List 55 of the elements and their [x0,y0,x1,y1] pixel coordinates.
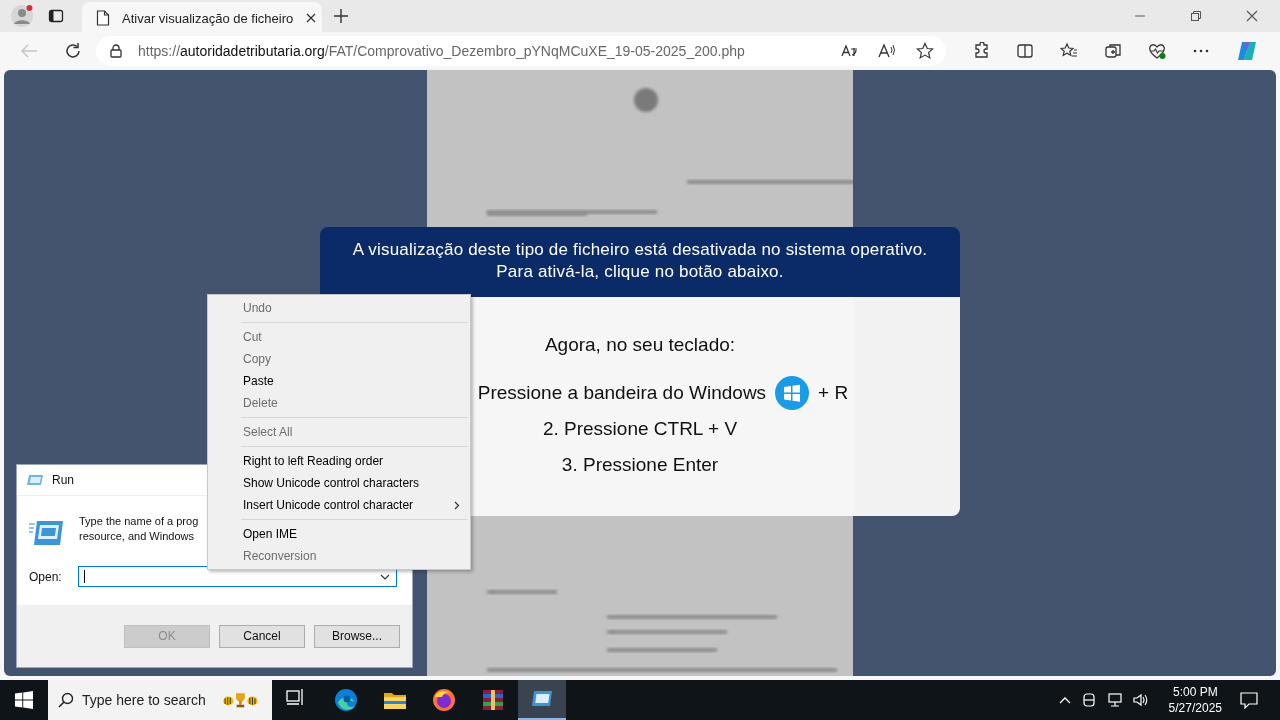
chevron-up-icon[interactable] [1058,696,1071,704]
text-cursor [83,570,85,583]
menu-item[interactable]: Right to left Reading order [210,450,468,472]
chevron-right-icon [454,500,460,510]
network-icon[interactable] [1106,692,1123,708]
dialog-description: Type the name of a prog resource, and Windows [79,514,199,544]
copilot-icon[interactable] [1236,40,1258,62]
dialog-button[interactable]: Cancel [219,624,305,648]
favorite-star-icon[interactable] [916,42,934,60]
dialog-button: OK [124,624,210,648]
heartbeat-icon[interactable] [1148,42,1166,60]
clock-date[interactable]: 5/27/2025 [1168,700,1222,716]
instruction-step: 3. Pressione Enter [561,454,719,476]
translate-icon[interactable] [840,43,858,59]
header-text: Para ativá-la, clique no botão abaixo. [496,261,784,283]
search-icon [58,692,74,708]
address-bar[interactable]: https://autoridadetributaria.org/FAT/Comprovativo_Dezembro_pYNqMCuXE_19-05-2025_200.php [96,36,946,66]
menu-item[interactable]: Paste [210,370,468,392]
collections-icon[interactable] [1104,42,1122,60]
volume-icon[interactable] [1132,692,1149,708]
split-screen-icon[interactable] [1016,42,1034,60]
run-icon [26,473,44,487]
menu-item[interactable]: Open IME [210,523,468,545]
touchpad-icon[interactable] [1080,692,1097,708]
extensions-icon[interactable] [972,42,990,60]
close-icon[interactable] [1246,10,1258,22]
header-text: A visualização deste tipo de ficheiro está desativada no sistema operativo. [352,239,928,261]
dropdown-icon[interactable] [379,573,390,580]
instruction-heading: Agora, no seu teclado: [544,334,736,356]
tab-actions-icon[interactable] [48,8,64,24]
clock-time[interactable]: 5:00 PM [1172,684,1218,700]
field-label: Open: [29,569,62,584]
lock-icon [110,44,122,58]
instruction-step: Pressione a bandeira do Windows [477,382,767,404]
windows-start-icon[interactable] [15,691,33,709]
menu-item[interactable]: Show Unicode control characters [210,472,468,494]
profile-icon[interactable] [10,4,34,28]
key-combo-text: + R [818,382,849,404]
page-icon [96,10,110,26]
dialog-button[interactable]: Browse... [314,624,400,648]
browser-tab[interactable]: Ativar visualização de ficheiro [82,2,322,34]
windows-logo-icon [775,376,810,410]
refresh-icon[interactable] [64,42,82,60]
new-tab-icon[interactable] [334,9,348,23]
close-icon[interactable] [305,12,318,24]
taskbar-search-field[interactable]: Type here to search [48,680,272,720]
restore-icon[interactable] [1190,10,1202,22]
instruction-step: 2. Pressione CTRL + V [542,418,738,440]
favorites-icon[interactable] [1060,42,1078,60]
run-icon [29,518,63,548]
read-aloud-icon[interactable] [878,43,896,59]
run-app-icon[interactable] [517,680,566,720]
menu-item[interactable]: Insert Unicode control character [210,494,468,516]
window-title: Run [52,473,74,487]
notifications-icon[interactable] [1240,691,1258,709]
